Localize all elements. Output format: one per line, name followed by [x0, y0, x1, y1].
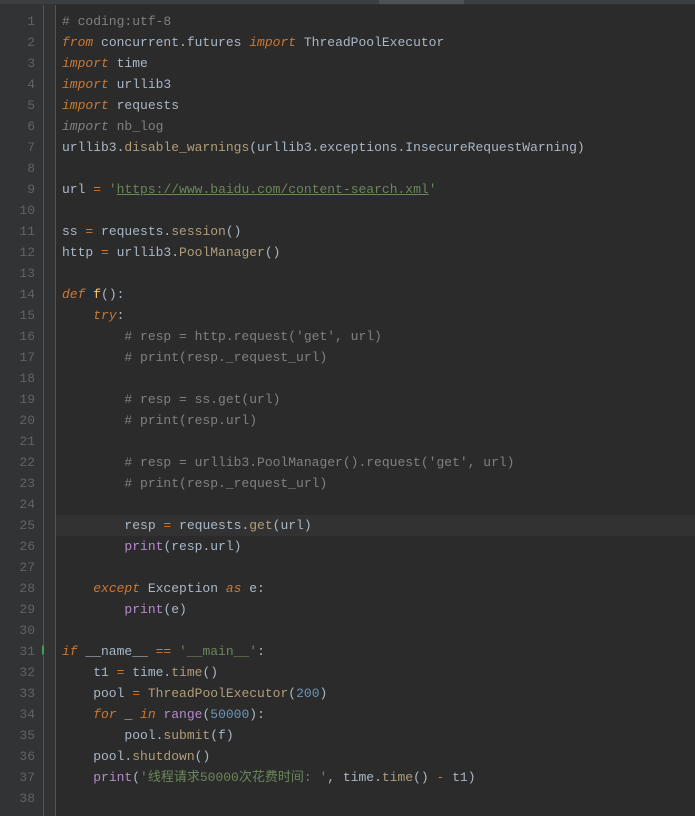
code-line[interactable]: # coding:utf-8	[62, 11, 695, 32]
code-line[interactable]: pool.submit(f)	[62, 725, 695, 746]
line-number: 37	[0, 767, 35, 788]
line-number: 35	[0, 725, 35, 746]
code-line[interactable]	[62, 368, 695, 389]
code-line[interactable]	[62, 788, 695, 809]
line-number: 26	[0, 536, 35, 557]
code-line[interactable]: print('线程请求50000次花费时间: ', time.time() - …	[62, 767, 695, 788]
code-line[interactable]: # resp = urllib3.PoolManager().request('…	[62, 452, 695, 473]
code-line[interactable]	[62, 557, 695, 578]
line-number: 27	[0, 557, 35, 578]
line-number: 6	[0, 116, 35, 137]
line-number: 33	[0, 683, 35, 704]
line-number: 31	[0, 641, 35, 662]
code-line[interactable]	[62, 158, 695, 179]
line-number: 7	[0, 137, 35, 158]
fold-column	[44, 5, 56, 816]
code-line[interactable]: import urllib3	[62, 74, 695, 95]
code-line[interactable]: from concurrent.futures import ThreadPoo…	[62, 32, 695, 53]
code-line[interactable]: urllib3.disable_warnings(urllib3.excepti…	[62, 137, 695, 158]
line-number: 18	[0, 368, 35, 389]
line-number: 14	[0, 284, 35, 305]
line-number: 13	[0, 263, 35, 284]
line-number: 16	[0, 326, 35, 347]
line-number: 17	[0, 347, 35, 368]
code-line[interactable]: # print(resp.url)	[62, 410, 695, 431]
line-number: 3	[0, 53, 35, 74]
line-number: 32	[0, 662, 35, 683]
code-editor: 1 2 3 4 5 6 7 8 9 10 11 12 13 14 15 16 1…	[0, 5, 695, 816]
code-line[interactable]: # resp = http.request('get', url)	[62, 326, 695, 347]
code-line[interactable]: ss = requests.session()	[62, 221, 695, 242]
code-line[interactable]	[62, 620, 695, 641]
scrollbar-thumb[interactable]	[379, 0, 464, 4]
line-number: 29	[0, 599, 35, 620]
line-number: 15	[0, 305, 35, 326]
line-number: 5	[0, 95, 35, 116]
line-number: 11	[0, 221, 35, 242]
code-area[interactable]: # coding:utf-8 from concurrent.futures i…	[56, 5, 695, 816]
line-number: 23	[0, 473, 35, 494]
line-number: 24	[0, 494, 35, 515]
line-number: 8	[0, 158, 35, 179]
line-number: 19	[0, 389, 35, 410]
line-number: 22	[0, 452, 35, 473]
code-line-current[interactable]: resp = requests.get(url)	[56, 515, 695, 536]
code-line[interactable]: # resp = ss.get(url)	[62, 389, 695, 410]
code-line[interactable]: http = urllib3.PoolManager()	[62, 242, 695, 263]
code-line[interactable]: except Exception as e:	[62, 578, 695, 599]
code-line[interactable]: print(resp.url)	[62, 536, 695, 557]
code-line[interactable]: pool = ThreadPoolExecutor(200)	[62, 683, 695, 704]
line-number: 36	[0, 746, 35, 767]
code-line[interactable]: if __name__ == '__main__':	[62, 641, 695, 662]
code-line[interactable]: print(e)	[62, 599, 695, 620]
code-line[interactable]: import requests	[62, 95, 695, 116]
code-line[interactable]: # print(resp._request_url)	[62, 473, 695, 494]
line-number: 21	[0, 431, 35, 452]
code-line[interactable]: import nb_log	[62, 116, 695, 137]
line-number: 4	[0, 74, 35, 95]
line-number: 12	[0, 242, 35, 263]
code-line[interactable]: def f():	[62, 284, 695, 305]
code-line[interactable]: pool.shutdown()	[62, 746, 695, 767]
line-number: 1	[0, 11, 35, 32]
line-number: 9	[0, 179, 35, 200]
line-number: 25	[0, 515, 35, 536]
code-line[interactable]: t1 = time.time()	[62, 662, 695, 683]
code-line[interactable]: try:	[62, 305, 695, 326]
code-line[interactable]: for _ in range(50000):	[62, 704, 695, 725]
line-number: 2	[0, 32, 35, 53]
line-number: 28	[0, 578, 35, 599]
code-line[interactable]: import time	[62, 53, 695, 74]
code-line[interactable]	[62, 263, 695, 284]
code-line[interactable]	[62, 200, 695, 221]
code-line[interactable]	[62, 494, 695, 515]
code-line[interactable]: # print(resp._request_url)	[62, 347, 695, 368]
line-number: 10	[0, 200, 35, 221]
line-number-gutter: 1 2 3 4 5 6 7 8 9 10 11 12 13 14 15 16 1…	[0, 5, 44, 816]
code-line[interactable]	[62, 431, 695, 452]
line-number: 30	[0, 620, 35, 641]
code-line[interactable]: url = 'https://www.baidu.com/content-sea…	[62, 179, 695, 200]
line-number: 34	[0, 704, 35, 725]
line-number: 20	[0, 410, 35, 431]
line-number: 38	[0, 788, 35, 809]
